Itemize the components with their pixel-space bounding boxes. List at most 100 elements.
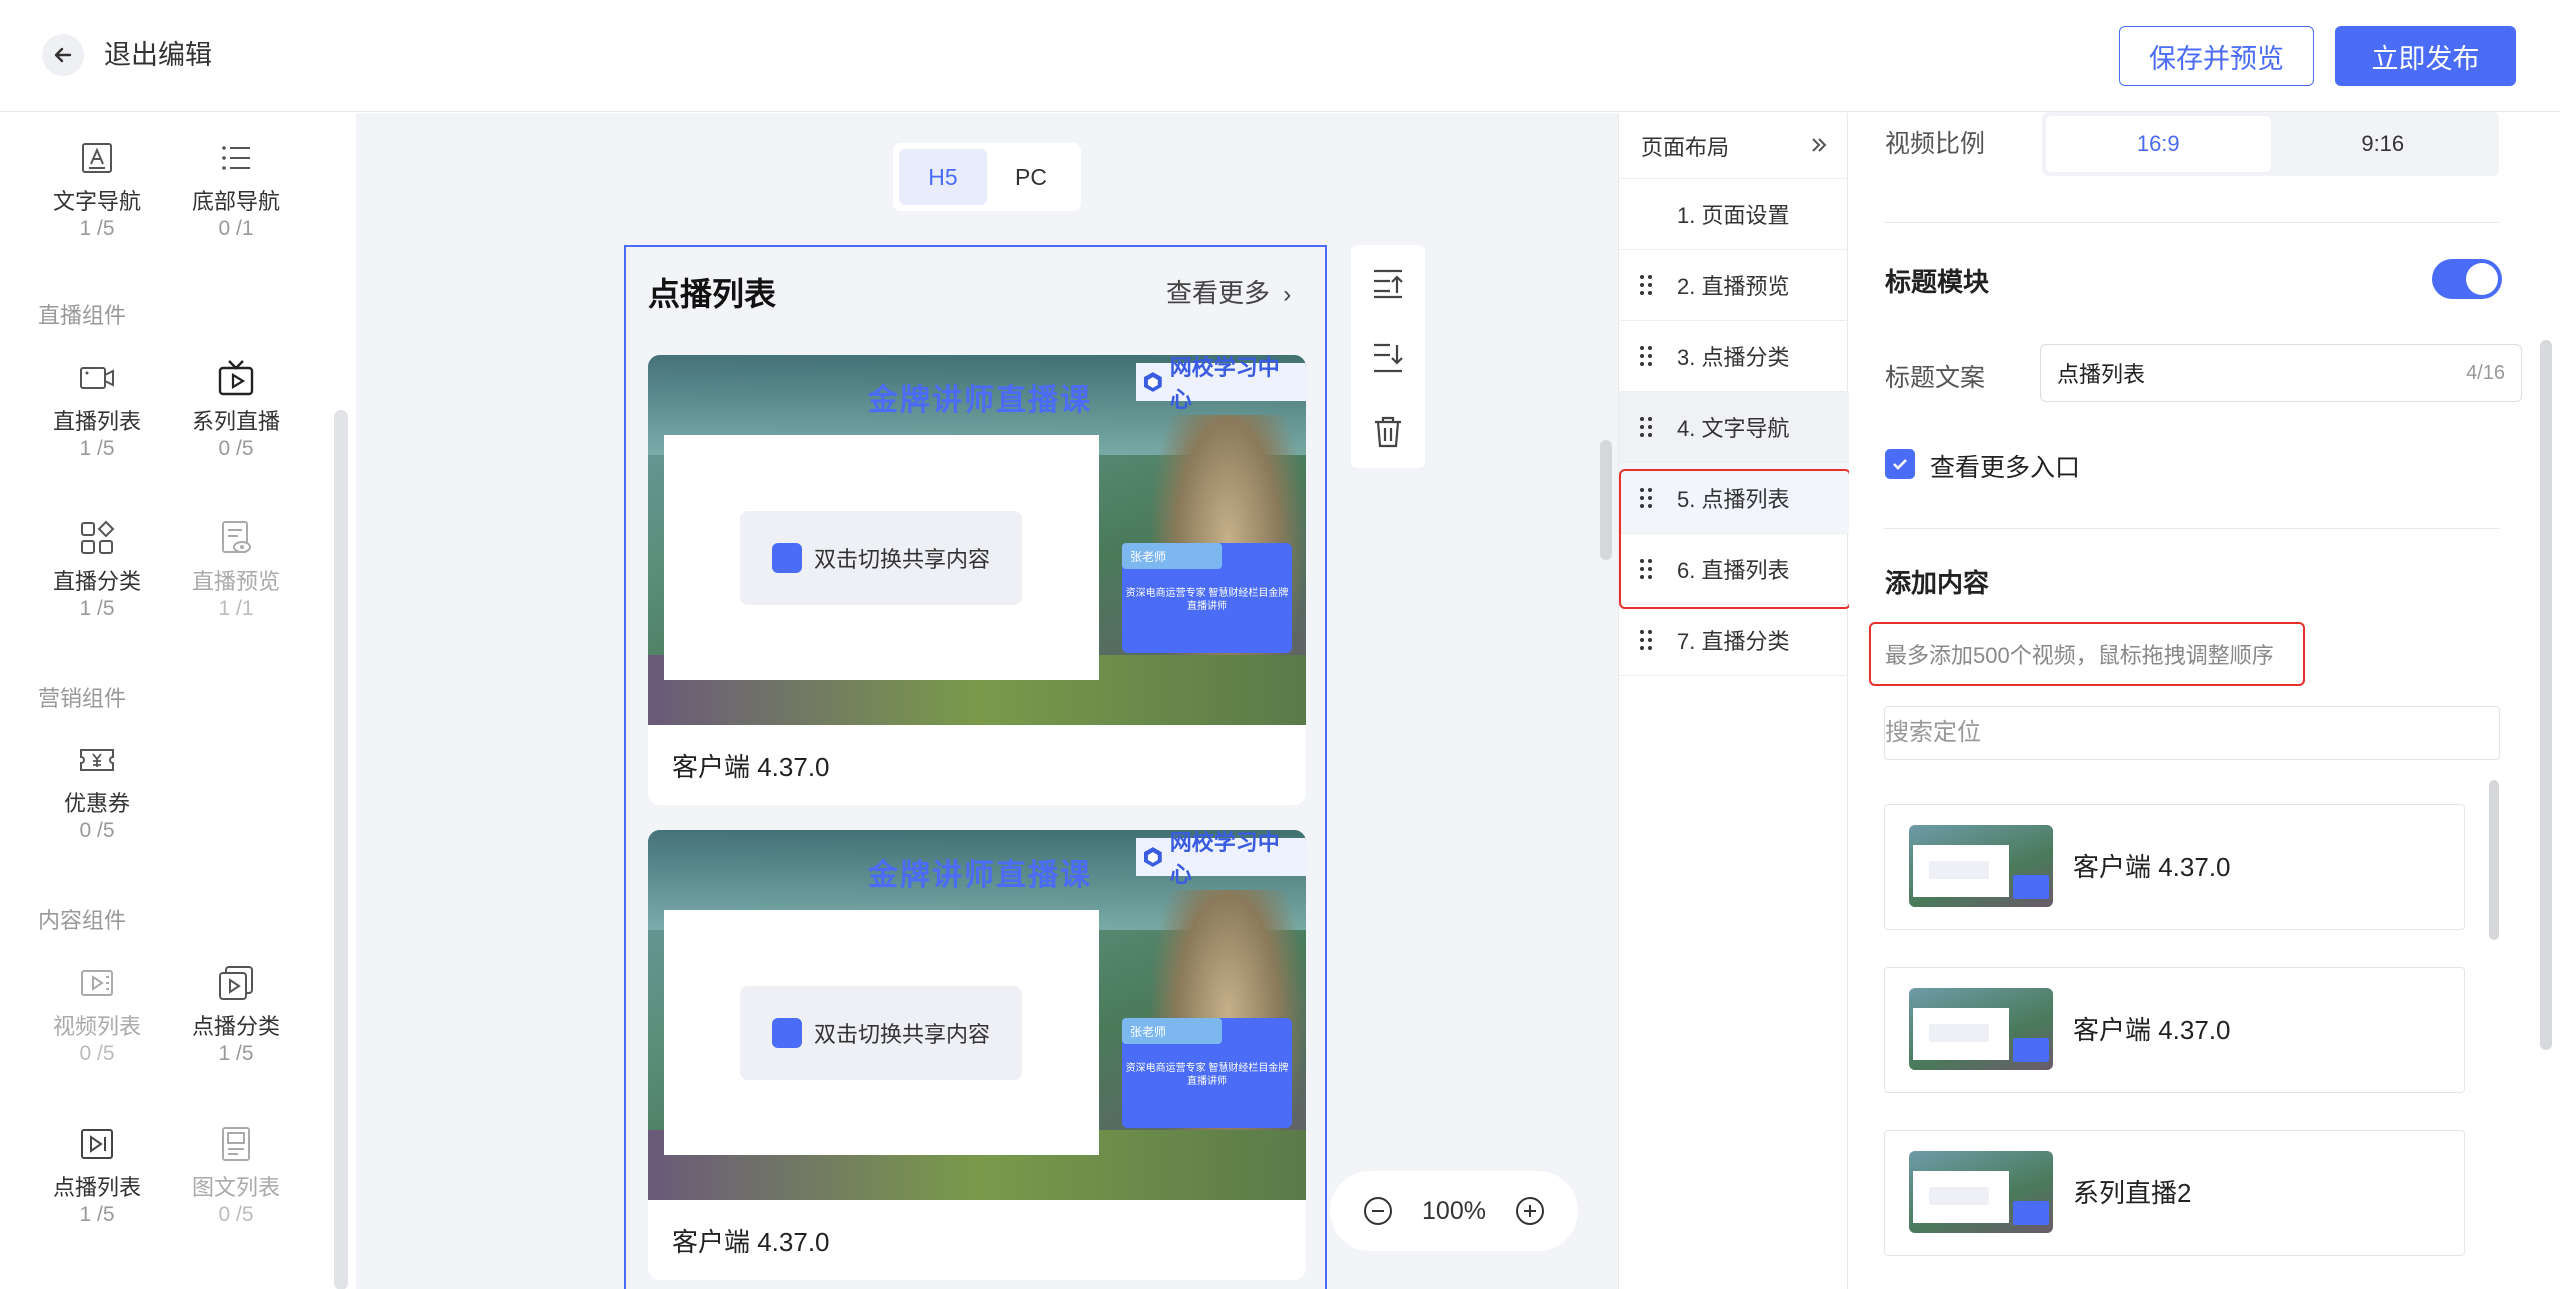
layout-item-live-category[interactable]: 7. 直播分类 — [1619, 605, 1849, 676]
layout-item-live-preview[interactable]: 2. 直播预览 — [1619, 250, 1849, 321]
share-screen-icon — [771, 1018, 802, 1048]
title-module-toggle[interactable] — [2432, 259, 2502, 299]
canvas-scrollbar[interactable] — [1600, 440, 1612, 560]
tab-pc[interactable]: PC — [987, 149, 1075, 205]
component-video-list[interactable]: 视频列表 0 /5 — [37, 963, 157, 1067]
video-item-name: 客户端 4.37.0 — [2073, 1015, 2231, 1045]
video-item-thumbnail — [1909, 1151, 2053, 1233]
component-name: 直播预览 — [191, 569, 280, 594]
delete-icon[interactable] — [1370, 413, 1406, 449]
tab-h5[interactable]: H5 — [899, 149, 987, 205]
more-entry-label[interactable]: 查看更多入口 — [1930, 448, 2080, 484]
module-toolbar — [1351, 245, 1425, 468]
back-arrow-icon[interactable] — [42, 34, 84, 76]
video-item-name: 客户端 4.37.0 — [2073, 852, 2231, 882]
group-marketing-label: 营销组件 — [38, 686, 127, 711]
phone-preview-module[interactable]: 点播列表 查看更多 › 金牌讲师直播课 网校学习中心 双击切换共享内容 资深电商… — [624, 245, 1327, 1289]
title-module-label: 标题模块 — [1885, 267, 1990, 297]
component-count: 1 /5 — [79, 217, 115, 240]
brand-badge: 网校学习中心 — [1136, 355, 1306, 412]
video-list-item[interactable]: 客户端 4.37.0 — [1884, 967, 2465, 1093]
move-down-icon[interactable] — [1370, 339, 1406, 375]
drag-handle-icon[interactable] — [1639, 274, 1653, 296]
card-caption: 客户端 4.37.0 — [672, 1226, 830, 1257]
ratio-option-16-9[interactable]: 16:9 — [2046, 116, 2271, 172]
zoom-out-icon[interactable] — [1362, 1195, 1394, 1227]
device-tabs: H5 PC — [893, 143, 1081, 211]
component-name: 视频列表 — [52, 1014, 141, 1039]
ratio-segmented-control: 16:9 9:16 — [2042, 112, 2499, 176]
component-name: 文字导航 — [52, 189, 141, 214]
layout-item-vod-category[interactable]: 3. 点播分类 — [1619, 321, 1849, 392]
component-bottom-nav[interactable]: 底部导航 0 /1 — [176, 138, 296, 242]
title-text-input[interactable]: 点播列表 4/16 — [2040, 344, 2522, 402]
drag-handle-icon[interactable] — [1639, 416, 1653, 438]
vod-list-icon — [77, 1124, 117, 1164]
group-content-label: 内容组件 — [38, 908, 127, 933]
drag-handle-icon[interactable] — [1639, 345, 1653, 367]
add-content-label: 添加内容 — [1885, 568, 1990, 598]
layout-header: 页面布局 — [1619, 113, 1849, 179]
vod-card[interactable]: 金牌讲师直播课 网校学习中心 双击切换共享内容 资深电商运营专家 智慧财经栏目金… — [648, 355, 1306, 805]
teacher-name: 张老师 — [1122, 1018, 1222, 1044]
thumb-title: 金牌讲师直播课 — [868, 384, 1092, 417]
component-live-preview[interactable]: 直播预览 1 /1 — [176, 518, 296, 622]
vod-card[interactable]: 金牌讲师直播课 网校学习中心 双击切换共享内容 资深电商运营专家 智慧财经栏目金… — [648, 830, 1306, 1280]
video-item-thumbnail — [1909, 825, 2053, 907]
card-caption: 客户端 4.37.0 — [672, 751, 830, 782]
layout-item-text-nav[interactable]: 4. 文字导航 — [1619, 392, 1849, 463]
video-list-item[interactable]: 系列直播2 — [1884, 1130, 2465, 1256]
title-text-label: 标题文案 — [1885, 364, 1986, 392]
zoom-level: 100% — [1422, 1196, 1486, 1225]
video-item-thumbnail — [1909, 988, 2053, 1070]
move-up-icon[interactable] — [1370, 265, 1406, 301]
page-layout-panel: 页面布局 1. 页面设置 2. 直播预览 3. 点播分类 4. 文字导航 5. … — [1618, 113, 1851, 1289]
component-coupon[interactable]: 优惠券 0 /5 — [37, 740, 157, 844]
ratio-option-9-16[interactable]: 9:16 — [2271, 116, 2496, 172]
more-entry-checkbox[interactable] — [1885, 449, 1915, 479]
search-input-wrap — [1884, 706, 2500, 760]
publish-button[interactable]: 立即发布 — [2335, 26, 2516, 86]
component-article-list[interactable]: 图文列表 0 /5 — [176, 1124, 296, 1228]
video-list-scrollbar[interactable] — [2489, 780, 2499, 940]
layout-item-label: 3. 点播分类 — [1677, 345, 1790, 370]
component-name: 直播分类 — [52, 569, 141, 594]
component-series-live[interactable]: 系列直播 0 /5 — [176, 358, 296, 462]
zoom-in-icon[interactable] — [1514, 1195, 1546, 1227]
component-live-list[interactable]: 直播列表 1 /5 — [37, 358, 157, 462]
component-count: 0 /5 — [218, 437, 254, 460]
list-icon — [216, 138, 256, 178]
component-count: 0 /5 — [79, 819, 115, 842]
layout-item-label: 7. 直播分类 — [1677, 629, 1790, 654]
drag-handle-icon[interactable] — [1639, 629, 1653, 651]
component-panel-scrollbar[interactable] — [334, 410, 348, 1289]
component-vod-category[interactable]: 点播分类 1 /5 — [176, 963, 296, 1067]
save-preview-button[interactable]: 保存并预览 — [2119, 26, 2314, 86]
tv-play-icon — [216, 358, 256, 398]
layout-item-label: 1. 页面设置 — [1677, 203, 1790, 228]
collapse-chevron-icon[interactable] — [1807, 133, 1831, 157]
checkmark-icon — [1893, 459, 1907, 470]
video-thumbnail: 金牌讲师直播课 网校学习中心 双击切换共享内容 资深电商运营专家 智慧财经栏目金… — [648, 355, 1306, 725]
component-name: 底部导航 — [191, 189, 280, 214]
view-more-link[interactable]: 查看更多 › — [1166, 273, 1291, 310]
brand-badge: 网校学习中心 — [1136, 830, 1306, 887]
thumb-title: 金牌讲师直播课 — [868, 859, 1092, 892]
layout-item-page-settings[interactable]: 1. 页面设置 — [1619, 179, 1849, 250]
search-input[interactable] — [1885, 707, 2499, 759]
component-vod-list[interactable]: 点播列表 1 /5 — [37, 1124, 157, 1228]
exit-edit-label[interactable]: 退出编辑 — [104, 35, 212, 75]
group-live-label: 直播组件 — [38, 303, 127, 328]
video-item-name: 系列直播2 — [2073, 1178, 2192, 1208]
module-title: 点播列表 — [648, 276, 777, 312]
article-list-icon — [216, 1124, 256, 1164]
video-list-item[interactable]: 客户端 4.37.0 — [1884, 804, 2465, 930]
switch-share-box: 双击切换共享内容 — [740, 986, 1022, 1080]
component-count: 1 /5 — [79, 437, 115, 460]
share-screen-icon — [771, 543, 802, 573]
component-text-nav[interactable]: 文字导航 1 /5 — [37, 138, 157, 242]
component-live-category[interactable]: 直播分类 1 /5 — [37, 518, 157, 622]
text-nav-icon — [77, 138, 117, 178]
settings-scrollbar[interactable] — [2540, 340, 2552, 1050]
component-count: 1 /5 — [79, 597, 115, 620]
